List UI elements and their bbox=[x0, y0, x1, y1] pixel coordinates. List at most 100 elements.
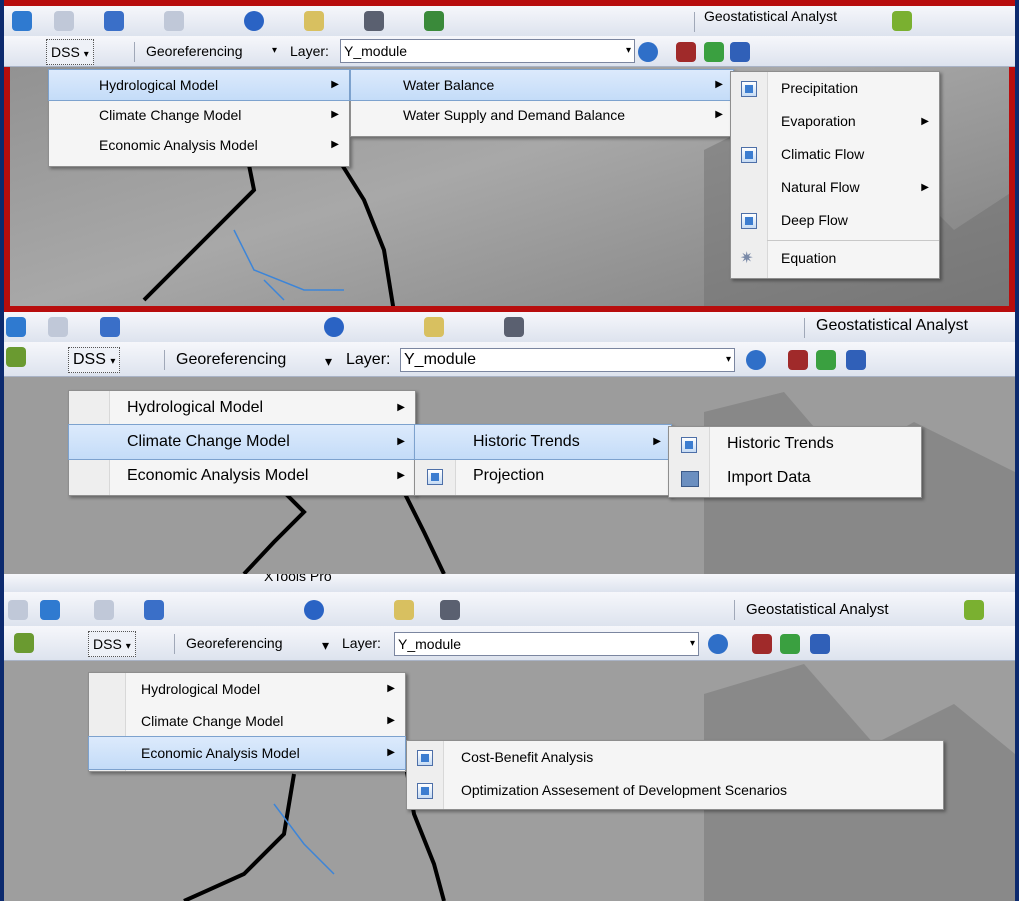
menu-item-water-balance[interactable]: Water Balance ▶ bbox=[350, 69, 734, 101]
add-point-icon[interactable] bbox=[816, 350, 836, 370]
screenshot-panel-hydrological: Geostatistical Analyst DSS ▾ Georeferenc… bbox=[4, 0, 1015, 312]
menu-item-water-supply[interactable]: Water Supply and Demand Balance ▶ bbox=[351, 100, 733, 130]
menu-item-climate[interactable]: Climate Change Model ▶ bbox=[89, 705, 405, 737]
toolbar-dss: DSS ▾ Georeferencing ▾ Layer: Y_module ▾ bbox=[4, 36, 1015, 67]
georeferencing-label[interactable]: Georeferencing bbox=[176, 351, 286, 369]
historic-trends-submenu: Historic Trends Import Data bbox=[668, 426, 922, 498]
economic-submenu: Cost-Benefit Analysis Optimization Asses… bbox=[406, 740, 944, 810]
select-icon[interactable] bbox=[164, 11, 184, 31]
dss-main-menu: Hydrological Model ▶ Climate Change Model… bbox=[48, 69, 350, 167]
screenshot-panel-economic: XTools Pro Geostatistical Analyst DSS ▾ … bbox=[4, 574, 1015, 901]
chevron-down-icon[interactable]: ▾ bbox=[272, 45, 277, 56]
rotate-icon[interactable] bbox=[746, 350, 766, 370]
dss-menu-button[interactable]: DSS ▾ bbox=[88, 631, 136, 657]
layer-select[interactable]: Y_module ▾ bbox=[394, 632, 699, 656]
find-icon[interactable] bbox=[504, 317, 524, 337]
layer-select[interactable]: Y_module ▾ bbox=[340, 39, 635, 63]
globe-icon[interactable] bbox=[6, 317, 26, 337]
dss-menu-button[interactable]: DSS ▾ bbox=[46, 39, 94, 65]
checkbox-icon bbox=[417, 750, 433, 766]
menu-item-climate[interactable]: Climate Change Model ▶ bbox=[49, 100, 349, 130]
menu-item-projection[interactable]: Projection bbox=[415, 459, 671, 493]
layer-label: Layer: bbox=[346, 351, 391, 368]
menu-item-economic[interactable]: Economic Analysis Model ▶ bbox=[88, 736, 406, 770]
find-icon[interactable] bbox=[364, 11, 384, 31]
table-icon[interactable] bbox=[810, 634, 830, 654]
layer-label: Layer: bbox=[342, 635, 381, 651]
geostat-label[interactable]: Geostatistical Analyst bbox=[704, 8, 837, 24]
menu-item-optimization[interactable]: Optimization Assesement of Development S… bbox=[407, 774, 943, 807]
calculator-icon[interactable] bbox=[752, 634, 772, 654]
toolbar-top: Geostatistical Analyst bbox=[4, 6, 1015, 37]
zoom-icon[interactable] bbox=[48, 317, 68, 337]
globe-icon[interactable] bbox=[6, 347, 26, 367]
toolbar-partial: XTools Pro bbox=[4, 574, 1015, 593]
back-arrow-icon[interactable] bbox=[104, 11, 124, 31]
globe-icon[interactable] bbox=[40, 600, 60, 620]
rotate-icon[interactable] bbox=[708, 634, 728, 654]
menu-item-natural-flow[interactable]: Natural Flow ▶ bbox=[731, 171, 939, 204]
add-point-icon[interactable] bbox=[780, 634, 800, 654]
menu-item-cost-benefit[interactable]: Cost-Benefit Analysis bbox=[407, 741, 943, 774]
layer-label: Layer: bbox=[290, 43, 329, 59]
xy-icon[interactable] bbox=[424, 11, 444, 31]
xtools-label[interactable]: XTools Pro bbox=[264, 574, 332, 584]
menu-item-evaporation[interactable]: Evaporation ▶ bbox=[731, 105, 939, 138]
dss-menu-button[interactable]: DSS ▾ bbox=[68, 347, 121, 373]
geostat-icon[interactable] bbox=[964, 600, 984, 620]
toolbar-top: Geostatistical Analyst bbox=[4, 312, 1015, 343]
back-arrow-icon[interactable] bbox=[144, 600, 164, 620]
menu-item-equation[interactable]: ✷ Equation bbox=[731, 242, 939, 275]
calculator-icon[interactable] bbox=[676, 42, 696, 62]
rotate-icon[interactable] bbox=[638, 42, 658, 62]
screenshot-panel-climate: Geostatistical Analyst DSS ▾ Georeferenc… bbox=[4, 312, 1015, 574]
menu-item-historic-trends[interactable]: Historic Trends ▶ bbox=[414, 424, 672, 460]
zoom-icon[interactable] bbox=[54, 11, 74, 31]
geostat-label[interactable]: Geostatistical Analyst bbox=[816, 317, 968, 335]
table-icon[interactable] bbox=[846, 350, 866, 370]
menu-item-climatic-flow[interactable]: Climatic Flow bbox=[731, 138, 939, 171]
menu-item-climate[interactable]: Climate Change Model ▶ bbox=[68, 424, 416, 460]
info-icon[interactable] bbox=[304, 600, 324, 620]
dss-main-menu: Hydrological Model ▶ Climate Change Model… bbox=[88, 672, 406, 772]
pan-icon[interactable] bbox=[8, 600, 28, 620]
toolbar-dss: DSS ▾ Georeferencing ▾ Layer: Y_module ▾ bbox=[4, 626, 1015, 661]
menu-item-hydrological[interactable]: Hydrological Model ▶ bbox=[48, 69, 350, 101]
measure-icon[interactable] bbox=[424, 317, 444, 337]
menu-item-deep-flow[interactable]: Deep Flow bbox=[731, 204, 939, 237]
checkbox-icon bbox=[427, 469, 443, 485]
menu-item-economic[interactable]: Economic Analysis Model ▶ bbox=[49, 130, 349, 160]
calculator-icon[interactable] bbox=[788, 350, 808, 370]
back-arrow-icon[interactable] bbox=[100, 317, 120, 337]
menu-item-import-data[interactable]: Import Data bbox=[669, 461, 921, 495]
toolbar-top: Geostatistical Analyst bbox=[4, 592, 1015, 627]
globe-icon[interactable] bbox=[14, 633, 34, 653]
chevron-down-icon[interactable]: ▾ bbox=[325, 353, 332, 370]
info-icon[interactable] bbox=[244, 11, 264, 31]
find-icon[interactable] bbox=[440, 600, 460, 620]
menu-item-historic-trends-run[interactable]: Historic Trends bbox=[669, 427, 921, 461]
checkbox-icon bbox=[417, 783, 433, 799]
globe-icon[interactable] bbox=[12, 11, 32, 31]
checkbox-icon bbox=[741, 81, 757, 97]
georeferencing-label[interactable]: Georeferencing bbox=[146, 43, 243, 59]
water-balance-submenu: Precipitation Evaporation ▶ Climatic Flow… bbox=[730, 71, 940, 279]
layer-select[interactable]: Y_module ▾ bbox=[400, 348, 735, 372]
menu-item-hydrological[interactable]: Hydrological Model ▶ bbox=[89, 673, 405, 705]
info-icon[interactable] bbox=[324, 317, 344, 337]
measure-icon[interactable] bbox=[304, 11, 324, 31]
measure-icon[interactable] bbox=[394, 600, 414, 620]
geostat-label[interactable]: Geostatistical Analyst bbox=[746, 601, 889, 618]
dss-main-menu: Hydrological Model ▶ Climate Change Model… bbox=[68, 390, 416, 496]
menu-item-hydrological[interactable]: Hydrological Model ▶ bbox=[69, 391, 415, 425]
georeferencing-label[interactable]: Georeferencing bbox=[186, 635, 283, 651]
chevron-down-icon[interactable]: ▾ bbox=[322, 637, 329, 654]
table-icon[interactable] bbox=[730, 42, 750, 62]
geostat-icon[interactable] bbox=[892, 11, 912, 31]
checkbox-icon bbox=[741, 147, 757, 163]
sparkle-icon: ✷ bbox=[740, 250, 754, 267]
menu-item-precipitation[interactable]: Precipitation bbox=[731, 72, 939, 105]
zoom-icon[interactable] bbox=[94, 600, 114, 620]
add-point-icon[interactable] bbox=[704, 42, 724, 62]
menu-item-economic[interactable]: Economic Analysis Model ▶ bbox=[69, 459, 415, 493]
